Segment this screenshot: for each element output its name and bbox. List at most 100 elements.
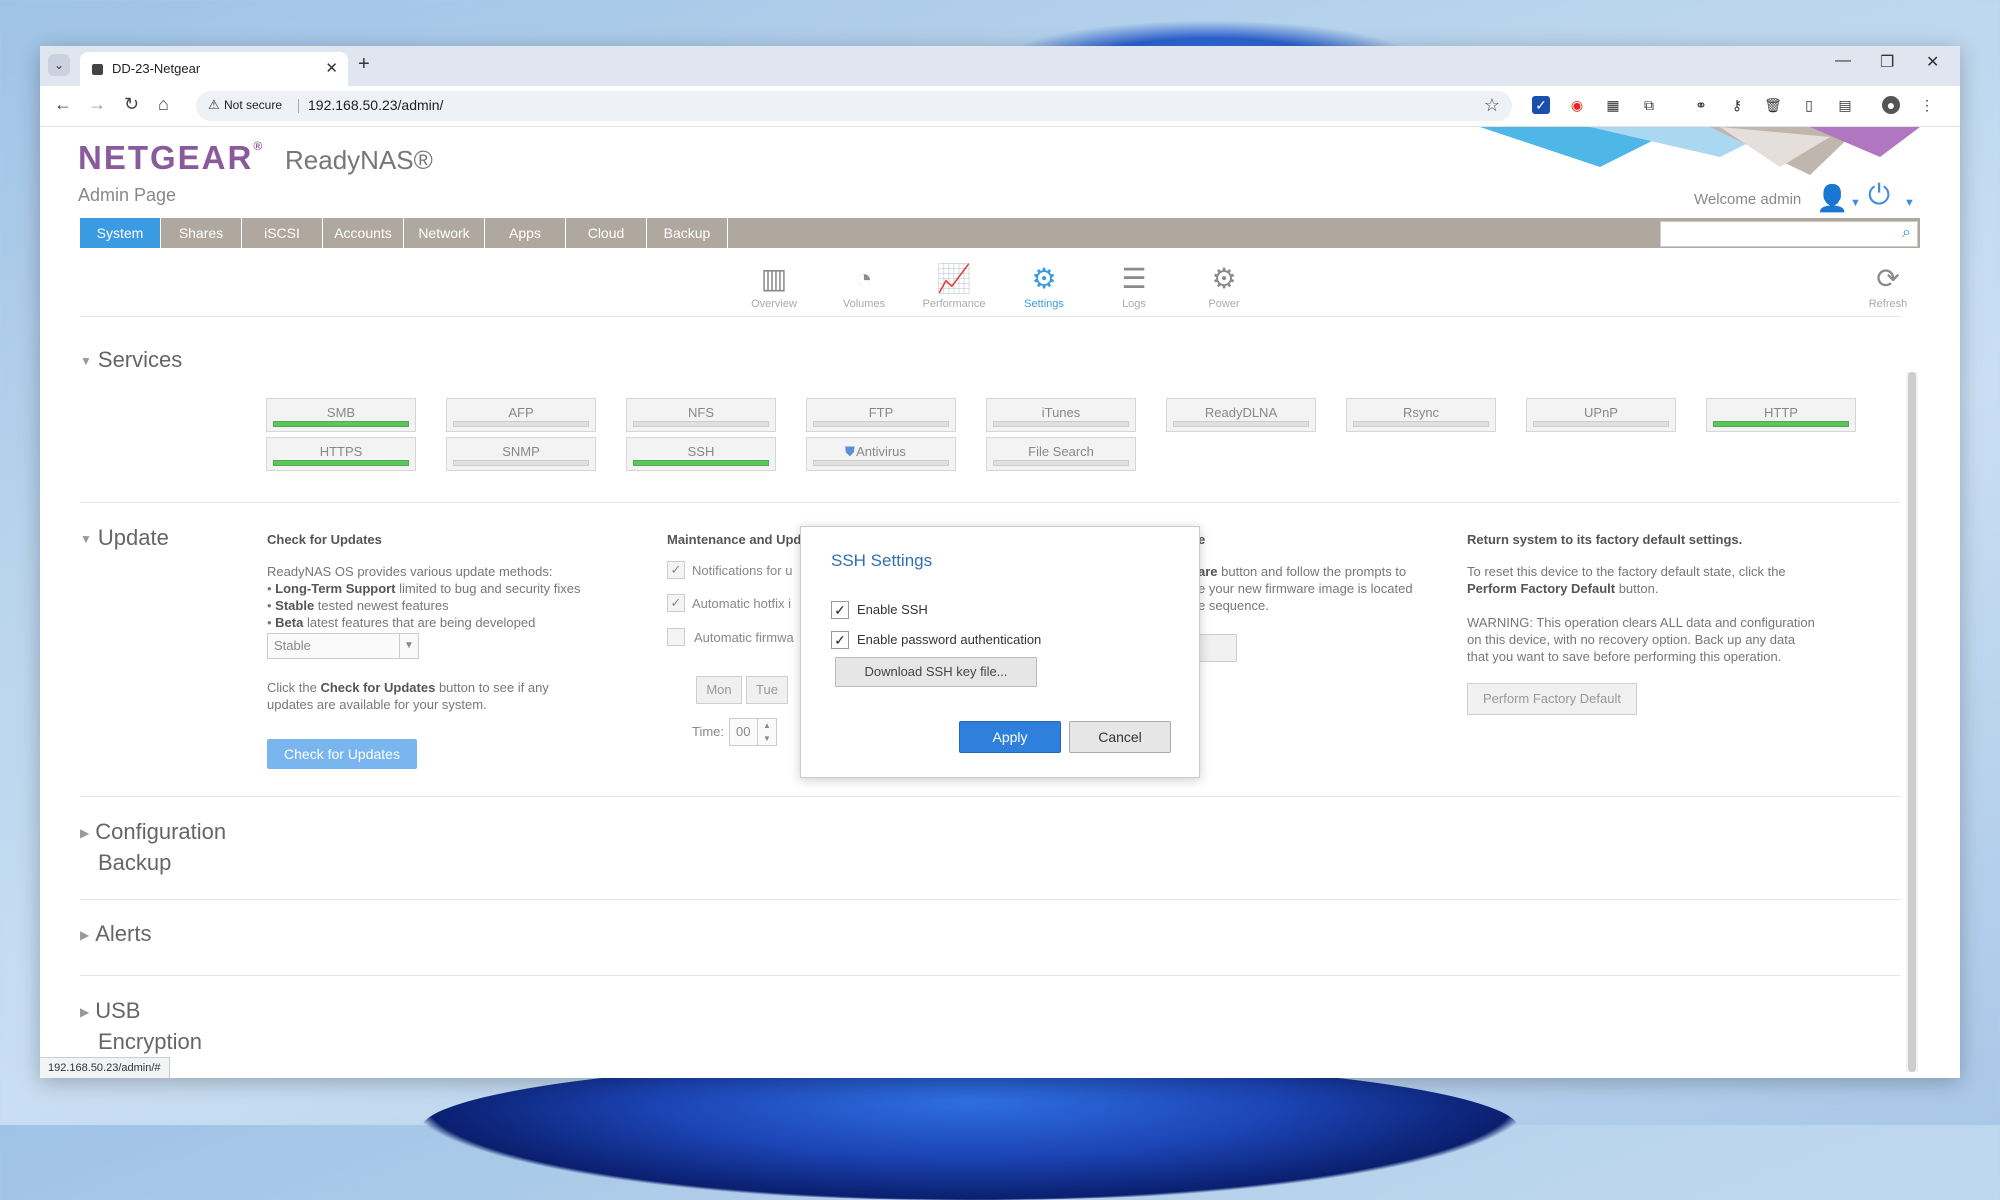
service-smb-button[interactable]: SMB	[266, 398, 416, 432]
subnav-overview[interactable]: ▥ Overview	[734, 262, 814, 310]
service-status-bar	[1533, 421, 1669, 427]
section-update[interactable]: ▼ Update	[80, 525, 169, 551]
cancel-button[interactable]: Cancel	[1069, 721, 1171, 753]
address-bar[interactable]: ⚠ Not secure 192.168.50.23/admin/ ☆	[196, 91, 1512, 121]
service-rsync-button[interactable]: Rsync	[1346, 398, 1496, 432]
bookmark-star-icon[interactable]: ☆	[1484, 95, 1500, 116]
menu-backup[interactable]: Backup	[647, 218, 728, 248]
service-readydlna-button[interactable]: ReadyDLNA	[1166, 398, 1316, 432]
side-panel-icon[interactable]: ▤	[1836, 96, 1854, 114]
service-http-button[interactable]: HTTP	[1706, 398, 1856, 432]
page-scrollbar[interactable]	[1906, 372, 1918, 1072]
chevron-down-icon[interactable]: ▼	[1850, 197, 1861, 209]
user-icon[interactable]: 👤	[1816, 183, 1848, 214]
perform-factory-default-button[interactable]: Perform Factory Default	[1467, 683, 1637, 715]
service-afp-button[interactable]: AFP	[446, 398, 596, 432]
time-value: 00	[736, 724, 751, 739]
power-icon[interactable]: ⏻	[1868, 179, 1890, 212]
expanded-triangle-icon: ▼	[80, 354, 92, 369]
menu-network[interactable]: Network	[404, 218, 485, 248]
extension-spy-icon[interactable]: ⚭	[1692, 96, 1710, 114]
welcome-text: Welcome admin	[1694, 191, 1802, 208]
service-snmp-button[interactable]: SNMP	[446, 437, 596, 471]
time-label: Time:	[692, 724, 725, 739]
auto-firmware-checkbox[interactable]	[667, 628, 685, 646]
search-icon[interactable]: ⌕	[1902, 224, 1911, 242]
day-mon-button[interactable]: Mon	[696, 676, 742, 704]
subnav-logs[interactable]: ☰ Logs	[1094, 262, 1174, 310]
reload-icon[interactable]: ↻	[124, 94, 139, 115]
service-itunes-button[interactable]: iTunes	[986, 398, 1136, 432]
section-usb-encryption[interactable]: ▶ USB Encryption	[80, 996, 202, 1056]
browser-tab[interactable]: DD-23-Netgear ✕	[80, 52, 348, 86]
enable-password-auth-checkbox[interactable]: ✓	[831, 631, 849, 649]
subnav-power[interactable]: ⚙ Power	[1184, 262, 1264, 310]
manual-update-button[interactable]	[1198, 634, 1237, 662]
subnav-label: Performance	[922, 298, 986, 310]
enable-password-auth-label: Enable password authentication	[857, 632, 1042, 647]
devices-icon[interactable]: ▯	[1800, 96, 1818, 114]
maintenance-heading: Maintenance and Upda	[667, 532, 809, 547]
minimize-icon[interactable]: —	[1835, 52, 1851, 70]
update-methods-text: ReadyNAS OS provides various update meth…	[267, 564, 581, 630]
extension-opera-icon[interactable]: ◉	[1568, 96, 1586, 114]
enable-ssh-checkbox[interactable]: ✓	[831, 601, 849, 619]
subnav-performance[interactable]: 📈 Performance	[914, 262, 994, 310]
window-close-icon[interactable]: ✕	[1926, 52, 1939, 72]
stepper-arrows-icon[interactable]: ▲ ▼	[757, 719, 776, 745]
service-label: AFP	[508, 405, 534, 420]
section-configuration-backup[interactable]: ▶ Configuration Backup	[80, 817, 226, 877]
apply-button[interactable]: Apply	[959, 721, 1061, 753]
url-text[interactable]: 192.168.50.23/admin/	[300, 97, 443, 113]
service-ftp-button[interactable]: FTP	[806, 398, 956, 432]
service-file-search-button[interactable]: File Search	[986, 437, 1136, 471]
menu-cloud[interactable]: Cloud	[566, 218, 647, 248]
service-label: Rsync	[1402, 405, 1440, 420]
service-antivirus-button[interactable]: ⛊ Antivirus	[806, 437, 956, 471]
subnav-volumes[interactable]: ◔ Volumes	[824, 262, 904, 310]
download-ssh-key-button[interactable]: Download SSH key file...	[835, 657, 1037, 687]
new-tab-icon[interactable]: +	[358, 53, 370, 76]
trash-icon[interactable]: 🗑	[1764, 96, 1782, 114]
menu-shares[interactable]: Shares	[161, 218, 242, 248]
notifications-checkbox[interactable]: ✓	[667, 561, 685, 579]
auto-hotfix-checkbox[interactable]: ✓	[667, 594, 685, 612]
service-label: FTP	[868, 405, 894, 420]
update-channel-select[interactable]: Stable ▼	[267, 633, 419, 659]
section-services[interactable]: ▼ Services	[80, 347, 182, 373]
browser-menu-icon[interactable]: ⋮	[1918, 96, 1936, 114]
service-label: File Search	[1028, 444, 1094, 459]
scrollbar-thumb[interactable]	[1908, 372, 1916, 1072]
service-upnp-button[interactable]: UPnP	[1526, 398, 1676, 432]
back-icon[interactable]: ←	[54, 94, 72, 115]
chevron-down-icon[interactable]: ▼	[1904, 197, 1915, 209]
refresh-button[interactable]: ⟳ Refresh	[1848, 262, 1928, 310]
subnav-settings[interactable]: ⚙ Settings	[1004, 262, 1084, 310]
service-ssh-button[interactable]: SSH	[626, 437, 776, 471]
password-key-icon[interactable]: ⚷	[1728, 96, 1746, 114]
menu-system[interactable]: System	[80, 218, 161, 248]
close-icon[interactable]: ✕	[325, 59, 338, 77]
home-icon[interactable]: ⌂	[158, 94, 169, 115]
profile-avatar[interactable]: ●	[1882, 96, 1900, 114]
extension-check-icon[interactable]: ✓	[1532, 96, 1550, 114]
section-title: USB	[95, 998, 141, 1023]
service-https-button[interactable]: HTTPS	[266, 437, 416, 471]
search-input[interactable]: ⌕	[1660, 221, 1918, 247]
forward-icon[interactable]: →	[88, 94, 106, 115]
time-hour-stepper[interactable]: 00 ▲ ▼	[729, 718, 777, 746]
power-settings-icon: ⚙	[1211, 263, 1237, 294]
check-for-updates-button[interactable]: Check for Updates	[267, 739, 417, 769]
tab-list-icon[interactable]: ⌄	[48, 54, 70, 76]
security-indicator[interactable]: Not secure	[224, 98, 282, 112]
extension-grid-icon[interactable]: ▦	[1604, 96, 1622, 114]
menu-apps[interactable]: Apps	[485, 218, 566, 248]
service-nfs-button[interactable]: NFS	[626, 398, 776, 432]
menu-accounts[interactable]: Accounts	[323, 218, 404, 248]
restore-icon[interactable]: ❐	[1880, 52, 1894, 72]
section-alerts[interactable]: ▶ Alerts	[80, 921, 151, 947]
menu-iscsi[interactable]: iSCSI	[242, 218, 323, 248]
day-tue-button[interactable]: Tue	[746, 676, 788, 704]
extensions-puzzle-icon[interactable]: ⧉	[1640, 96, 1658, 114]
refresh-label: Refresh	[1868, 298, 1908, 310]
